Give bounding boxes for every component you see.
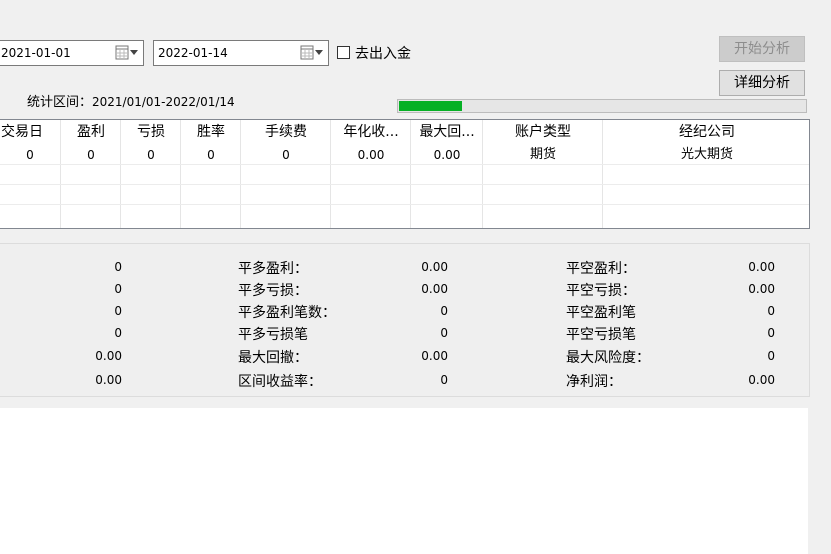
analysis-progress-bar: [397, 99, 807, 113]
stat-range-label: 统计区间：: [27, 95, 93, 110]
column-header-win-rate[interactable]: 胜率: [181, 122, 241, 142]
table-cell-commission: 0: [282, 148, 290, 162]
chart-area: [0, 408, 808, 554]
table-cell-annual-return: 0.00: [357, 148, 385, 162]
stat-label: 最大风险度：: [566, 350, 650, 366]
stat-value: 0.00: [421, 349, 448, 363]
stat-label: 平多亏损：: [238, 283, 308, 299]
stat-value: 0: [440, 373, 448, 387]
stat-label: 净利润：: [566, 374, 622, 390]
stat-label: 平多亏损笔: [238, 327, 308, 343]
stat-value: 0: [767, 349, 775, 363]
column-header-broker[interactable]: 经纪公司: [603, 122, 809, 142]
table-cell-win-rate: 0: [207, 148, 215, 162]
stats-panel: 0 0 0 0 0.00 0.00 平多盈利： 0.00 平多亏损： 0.00 平多盈利笔数： 0 平多…: [0, 243, 810, 397]
column-header-trading-days[interactable]: 交易日: [0, 122, 61, 142]
calendar-dropdown-icon[interactable]: [115, 45, 139, 61]
stat-label: 平多盈利：: [238, 261, 308, 277]
stat-label: 平空盈利：: [566, 261, 636, 277]
exclude-cash-flow-label: 去出入金: [355, 46, 411, 62]
stat-value: 0: [440, 326, 448, 340]
table-cell-profit: 0: [87, 148, 95, 162]
column-header-loss[interactable]: 亏损: [121, 122, 181, 142]
detail-analysis-button[interactable]: 详细分析: [719, 70, 805, 96]
stat-value: 0.00: [95, 373, 122, 387]
stat-value: 0: [767, 326, 775, 340]
stat-value: 0.00: [748, 282, 775, 296]
table-cell-account-type: 期货: [529, 147, 556, 162]
start-date-picker[interactable]: 2021-01-01: [0, 40, 144, 66]
table-cell-broker: 光大期货: [680, 147, 733, 162]
stat-label: 平多盈利笔数：: [238, 305, 336, 321]
stat-label: 区间收益率：: [238, 374, 322, 390]
calendar-dropdown-icon[interactable]: [300, 45, 324, 61]
summary-table: 交易日 0 盈利 0 亏损 0 胜率 0 手续费 0 年化收... 0.00 最大回... 0.00 账户类…: [0, 119, 810, 229]
column-header-profit[interactable]: 盈利: [61, 122, 121, 142]
stat-value: 0: [440, 304, 448, 318]
progress-fill: [399, 101, 463, 111]
stat-label: 平空亏损：: [566, 283, 636, 299]
start-date-value: 2021-01-01: [1, 46, 71, 60]
stat-label: 最大回撤：: [238, 350, 308, 366]
row-divider: [0, 204, 809, 205]
table-cell-loss: 0: [147, 148, 155, 162]
stat-value: 0.00: [748, 260, 775, 274]
stat-value: 0: [767, 304, 775, 318]
stat-value: 0: [114, 304, 122, 318]
end-date-picker[interactable]: 2022-01-14: [153, 40, 329, 66]
exclude-cash-flow-checkbox[interactable]: [337, 46, 350, 59]
stat-range: 统计区间：2021/01/01-2022/01/14: [27, 91, 235, 110]
stat-value: 0: [114, 282, 122, 296]
stat-value: 0.00: [421, 282, 448, 296]
table-cell-max-drawdown: 0.00: [433, 148, 461, 162]
column-header-annual-return[interactable]: 年化收...: [331, 122, 411, 142]
stat-range-value: 2021/01/01-2022/01/14: [92, 95, 235, 109]
stat-value: 0: [114, 260, 122, 274]
column-header-account-type[interactable]: 账户类型: [483, 122, 603, 142]
end-date-value: 2022-01-14: [158, 46, 228, 60]
table-cell-trading-days: 0: [26, 148, 34, 162]
column-header-commission[interactable]: 手续费: [241, 122, 331, 142]
row-divider: [0, 184, 809, 185]
row-divider: [0, 164, 809, 165]
stat-value: 0.00: [95, 349, 122, 363]
stat-value: 0.00: [421, 260, 448, 274]
column-header-max-drawdown[interactable]: 最大回...: [411, 122, 483, 142]
stat-value: 0: [114, 326, 122, 340]
stat-label: 平空亏损笔: [566, 327, 636, 343]
start-analysis-button[interactable]: 开始分析: [719, 36, 805, 62]
stat-label: 平空盈利笔: [566, 305, 636, 321]
stat-value: 0.00: [748, 373, 775, 387]
